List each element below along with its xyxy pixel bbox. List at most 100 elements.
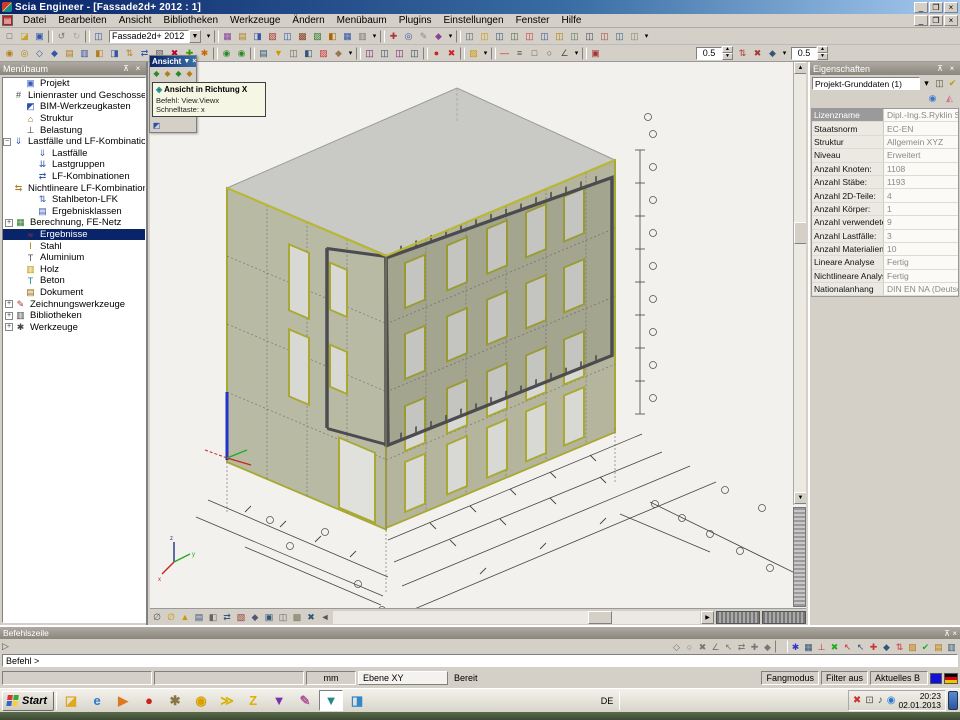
toolbar-icon[interactable]: ▼	[271, 46, 286, 60]
toolbar-icon[interactable]: ⇅	[122, 46, 137, 60]
toolbar-icon[interactable]: ▧	[265, 29, 280, 43]
toolbar-icon[interactable]: ◧	[325, 29, 340, 43]
view-setting-icon[interactable]: ◆	[248, 610, 262, 624]
toolbar-icon[interactable]: ◫	[492, 29, 507, 43]
menu-item[interactable]: Fenster	[510, 14, 556, 27]
view-direction-icon[interactable]: ◆	[184, 68, 195, 79]
snap-mode-icon[interactable]: ✖	[828, 640, 841, 653]
tree-item[interactable]: ⊥ Belastung	[3, 124, 145, 136]
spin-down-icon[interactable]: ▼	[722, 53, 733, 60]
menu-item[interactable]: Werkzeuge	[224, 14, 286, 27]
snap-mode-icon[interactable]: ◆	[880, 640, 893, 653]
property-row[interactable]: Anzahl 2D-Teile: 4	[812, 189, 958, 202]
toolbar-icon[interactable]: ▦	[340, 29, 355, 43]
collapsed-panel-grip[interactable]	[793, 507, 806, 607]
toolbar-icon[interactable]: |	[213, 47, 218, 60]
toolbar-icon[interactable]: ◫	[286, 46, 301, 60]
toolbar-icon[interactable]: ◆	[331, 46, 346, 60]
tray-icon[interactable]: ◉	[887, 695, 896, 706]
snap-mode-cell[interactable]: Fangmodus	[761, 671, 819, 685]
taskbar-app-icon[interactable]: ▼	[319, 690, 343, 711]
toolbar-icon[interactable]: □	[527, 46, 542, 60]
view-setting-icon[interactable]: ◫	[276, 610, 290, 624]
units-cell[interactable]: mm	[306, 671, 356, 685]
tree-item[interactable]: ≈ Ergebnisse	[3, 229, 145, 241]
taskbar-app-icon[interactable]: ✎	[293, 690, 317, 711]
close-icon[interactable]: ×	[947, 64, 957, 74]
view-tab-block[interactable]	[762, 611, 806, 624]
menu-item[interactable]: Datei	[17, 14, 52, 27]
vertical-scrollbar[interactable]: ▲ ▼	[793, 62, 806, 505]
scroll-right-icon[interactable]: ▶	[701, 611, 714, 624]
toolbar-icon[interactable]: |	[356, 47, 361, 60]
properties-tool-icon[interactable]: ▾	[920, 77, 933, 90]
snap-mode-icon[interactable]: ◇	[670, 640, 683, 653]
property-row[interactable]: Struktur Allgemein XYZ	[812, 136, 958, 149]
tree-item[interactable]: ⌂ Struktur	[3, 113, 145, 125]
toolbar-icon[interactable]: ✱	[197, 46, 212, 60]
toolbar-icon[interactable]: ✖	[444, 46, 459, 60]
pin-icon[interactable]: ⊼	[121, 64, 131, 74]
close-icon[interactable]: ×	[952, 629, 957, 638]
view-tab-block[interactable]	[716, 611, 760, 624]
view-direction-icon[interactable]: ◆	[162, 68, 173, 79]
snap-mode-icon[interactable]: ◆	[761, 640, 774, 653]
toolbar-icon[interactable]: ◫	[597, 29, 612, 43]
toolbar-icon[interactable]: ◫	[612, 29, 627, 43]
project-combo[interactable]: ▼	[109, 30, 201, 43]
tree-expander[interactable]: +	[5, 323, 13, 331]
toolbar-icon[interactable]: ◫	[392, 46, 407, 60]
property-row[interactable]: Anzahl Knoten: 1108	[812, 163, 958, 176]
menu-item[interactable]: Bearbeiten	[52, 14, 112, 27]
view-direction-icon[interactable]: ◆	[173, 68, 184, 79]
toolbar-icon[interactable]: □	[2, 29, 17, 43]
toolbar-icon[interactable]: ▤	[62, 46, 77, 60]
snap-mode-icon[interactable]: ▦	[802, 640, 815, 653]
toolbar-icon[interactable]: ▾	[370, 29, 379, 43]
snap-mode-icon[interactable]: ✖	[696, 640, 709, 653]
view-setting-icon[interactable]: ▣	[262, 610, 276, 624]
clock[interactable]: 20:23 02.01.2013	[898, 692, 941, 710]
toolbar-icon[interactable]: ◫	[627, 29, 642, 43]
menu-item[interactable]: Ansicht	[113, 14, 158, 27]
taskbar-app-icon[interactable]: ●	[137, 690, 161, 711]
toolbar-icon[interactable]: ▾	[642, 29, 651, 43]
properties-tool-icon[interactable]: ◫	[933, 77, 946, 90]
tray-icon[interactable]: ♪	[878, 695, 883, 706]
spin-down-icon[interactable]: ▼	[817, 53, 828, 60]
property-row[interactable]: Anzahl Materialien: 10	[812, 243, 958, 256]
menu-item[interactable]: Menübaum	[331, 14, 393, 27]
tree-item[interactable]: ▤ Ergebnisklassen	[3, 206, 145, 218]
tree-item[interactable]: T Beton	[3, 275, 145, 287]
tree-item[interactable]: ⇓ Lastfälle	[3, 148, 145, 160]
toolbar-icon[interactable]: ◎	[17, 46, 32, 60]
horizontal-scrollbar[interactable]	[333, 611, 700, 624]
tree-expander[interactable]: +	[5, 312, 13, 320]
tree-item[interactable]: + ✱ Werkzeuge	[3, 321, 145, 333]
tree-item[interactable]: ▤ Dokument	[3, 287, 145, 299]
snap-mode-icon[interactable]: ∠	[709, 640, 722, 653]
tree-item[interactable]: I Stahl	[3, 240, 145, 252]
toolbar-icon[interactable]: ▾	[481, 46, 490, 60]
property-row[interactable]: Nationalanhang DIN EN NA (Deutschlan..	[812, 283, 958, 296]
scale-spinner-2[interactable]: ▲▼	[791, 46, 828, 60]
spin-up-icon[interactable]: ▲	[722, 46, 733, 53]
snap-mode-icon[interactable]: ○	[683, 640, 696, 653]
toolbar-icon[interactable]: ◆	[765, 46, 780, 60]
properties-tool-icon[interactable]: ✔	[946, 77, 959, 90]
view-setting-icon[interactable]: ✖	[304, 610, 318, 624]
property-row[interactable]: Anzahl verwendete P... 9	[812, 216, 958, 229]
toolbar-icon[interactable]: ◫	[477, 29, 492, 43]
taskbar-app-icon[interactable]: ▶	[111, 690, 135, 711]
chevron-down-icon[interactable]: ▼	[183, 58, 190, 65]
menu-item[interactable]: Ändern	[286, 14, 330, 27]
close-button[interactable]: ×	[944, 2, 958, 13]
snap-mode-icon[interactable]: ✱	[789, 640, 802, 653]
toolbar-icon[interactable]: |	[380, 30, 385, 43]
property-row[interactable]: Nichtlineare Analyse Fertig	[812, 270, 958, 283]
tree-item[interactable]: + ▦ Berechnung, FE-Netz	[3, 217, 145, 229]
filter-cell[interactable]: Filter aus	[821, 671, 868, 685]
taskbar-app-icon[interactable]: ◪	[59, 690, 83, 711]
toolbar-icon[interactable]: ◨	[250, 29, 265, 43]
toolbar-icon[interactable]: ✚	[386, 29, 401, 43]
